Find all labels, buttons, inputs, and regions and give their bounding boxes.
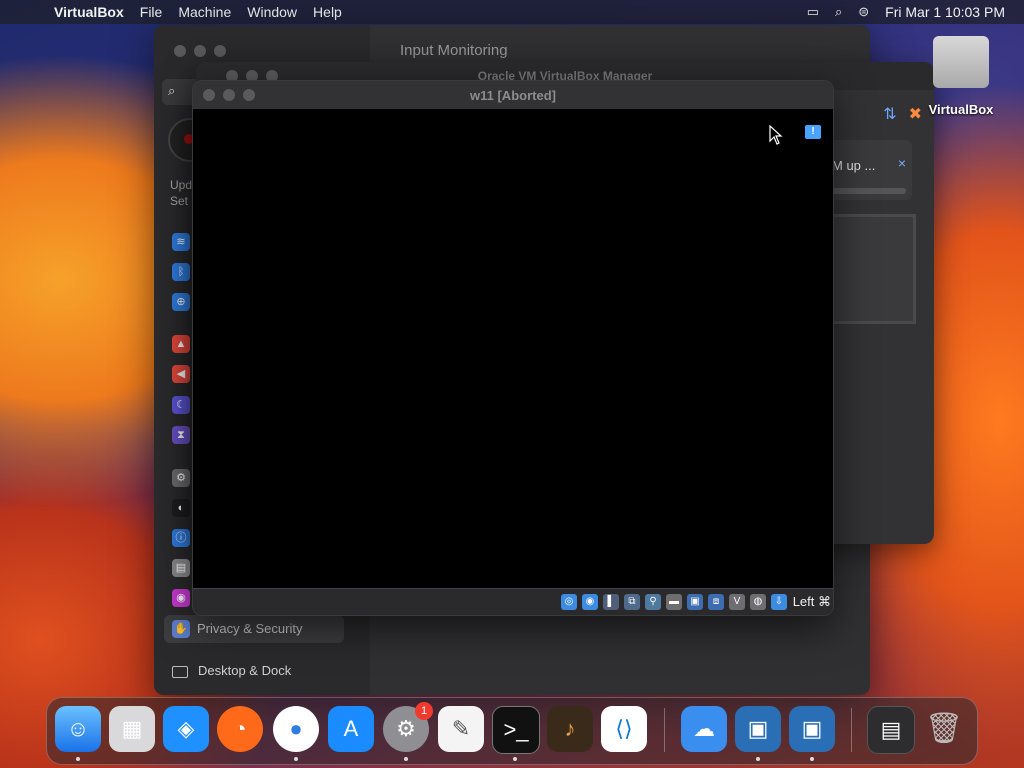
menu-window[interactable]: Window (247, 4, 297, 20)
dock-running-indicator (756, 757, 760, 761)
details-panel (828, 214, 916, 324)
siri-icon[interactable]: ◉ (172, 589, 190, 607)
virtualbox-icon[interactable]: ▣ (735, 706, 781, 752)
display-icon[interactable]: ▣ (687, 594, 703, 610)
sort-icon[interactable]: ⇅ (883, 104, 896, 124)
page-title: Input Monitoring (400, 42, 508, 59)
drive-icon (933, 36, 989, 88)
sidebar-item-privacy-security[interactable]: ✋ Privacy & Security (164, 615, 344, 643)
menu-machine[interactable]: Machine (178, 4, 231, 20)
garageband-icon[interactable]: ♪ (547, 706, 593, 752)
keyboard-capture-icon[interactable]: ⇩ (771, 594, 787, 610)
vm-title: w11 [Aborted] (470, 88, 556, 103)
dock-separator (664, 708, 665, 752)
network-adapter-icon[interactable]: ⧉ (624, 594, 640, 610)
finder-icon[interactable]: ☺ (55, 706, 101, 752)
control-center-icon[interactable]: ⊜ (858, 4, 869, 20)
dock-running-indicator (513, 757, 517, 761)
desktop-dock-icon (172, 665, 188, 678)
status-icons: ◎ ◉ ▌ ⧉ ⚲ ▬ ▣ ⧈ V ◍ ⇩ (561, 594, 787, 610)
menu-help[interactable]: Help (313, 4, 342, 20)
manager-toolbar: ⇅ ✖ (883, 104, 922, 124)
firefox-icon[interactable]: ◔ (217, 706, 263, 752)
wifi-icon[interactable]: ≋ (172, 233, 190, 251)
accessibility-icon[interactable]: ⓘ (172, 529, 190, 547)
dock-running-indicator (76, 757, 80, 761)
dock-separator (851, 708, 852, 752)
network-icon[interactable]: ⊕ (172, 293, 190, 311)
usb-icon[interactable]: ⚲ (645, 594, 661, 610)
downloads-stack-icon[interactable]: ▤ (867, 706, 915, 754)
sound-icon[interactable]: ◀ (172, 365, 190, 383)
menu-clock[interactable]: Fri Mar 1 10:03 PM (885, 4, 1005, 20)
dock-running-indicator (810, 757, 814, 761)
recording-icon[interactable]: ⧈ (708, 594, 724, 610)
safari-icon[interactable]: ◈ (163, 706, 209, 752)
desktop-drive[interactable]: VirtualBox (926, 36, 996, 117)
dock: ☺ ▦ ◈ ◔ ● A ⚙ 1 ✎ >_ ♪ ⟨⟩ ☁ ▣ ▣ ▤ 🗑 (46, 697, 978, 765)
info-message-icon[interactable]: ! (805, 125, 821, 139)
appearance-icon[interactable]: ◐ (172, 499, 190, 517)
settings-traffic-lights (174, 45, 226, 57)
optical-drive-icon[interactable]: ◉ (582, 594, 598, 610)
close-icon[interactable]: × (898, 155, 906, 171)
shared-folders-icon[interactable]: ▬ (666, 594, 682, 610)
dock-running-indicator (294, 757, 298, 761)
menu-file[interactable]: File (140, 4, 163, 20)
notifications-icon[interactable]: ▲ (172, 335, 190, 353)
status-area: ▭ ⌕ ⊜ Fri Mar 1 10:03 PM (807, 0, 1024, 24)
search-icon: ⌕ (168, 83, 176, 98)
close-button[interactable] (174, 45, 186, 57)
progress-bar (832, 188, 906, 194)
drive-label: VirtualBox (928, 102, 994, 117)
launchpad-icon[interactable]: ▦ (109, 706, 155, 752)
audio-icon[interactable]: ▌ (603, 594, 619, 610)
vm-window: w11 [Aborted] ! ◎ ◉ ▌ ⧉ ⚲ ▬ ▣ ⧈ V ◍ ⇩ Le… (192, 80, 834, 616)
notification-panel: M up ... × (828, 140, 912, 200)
cpu-icon[interactable]: V (729, 594, 745, 610)
textedit-icon[interactable]: ✎ (438, 706, 484, 752)
vm-status-bar: ◎ ◉ ▌ ⧉ ⚲ ▬ ▣ ⧈ V ◍ ⇩ Left ⌘ (193, 588, 833, 615)
sidebar-item-desktop-dock[interactable]: Desktop & Dock (172, 663, 291, 678)
vm-screen[interactable]: ! (193, 109, 833, 589)
menu-bar: VirtualBox File Machine Window Help ▭ ⌕ … (0, 0, 1024, 24)
chrome-icon[interactable]: ● (273, 706, 319, 752)
spotlight-search-icon[interactable]: ⌕ (835, 4, 842, 20)
hand-icon: ✋ (172, 620, 190, 638)
general-icon[interactable]: ⚙ (172, 469, 190, 487)
screen-mirroring-icon[interactable]: ▭ (807, 4, 819, 20)
mouse-integration-icon[interactable]: ◍ (750, 594, 766, 610)
minimize-button[interactable] (194, 45, 206, 57)
vscode-icon[interactable]: ⟨⟩ (601, 706, 647, 752)
virtualbox-vm-icon[interactable]: ▣ (789, 706, 835, 752)
zoom-button[interactable] (214, 45, 226, 57)
notification-badge: 1 (415, 702, 433, 720)
focus-icon[interactable]: ☾ (172, 396, 190, 414)
terminal-icon[interactable]: >_ (492, 706, 540, 754)
host-key-label: Left ⌘ (792, 594, 831, 609)
tools-icon[interactable]: ✖ (909, 104, 922, 124)
vm-titlebar[interactable]: w11 [Aborted] (193, 81, 833, 109)
app-menu[interactable]: VirtualBox (54, 4, 124, 20)
dock-running-indicator (404, 757, 408, 761)
hard-disk-icon[interactable]: ◎ (561, 594, 577, 610)
account-update-text: Upd Set (170, 178, 193, 208)
trash-icon[interactable]: 🗑 (921, 706, 967, 752)
system-settings-icon[interactable]: ⚙ 1 (383, 702, 433, 752)
bluetooth-icon[interactable]: ᛒ (172, 263, 190, 281)
app-store-icon[interactable]: A (328, 706, 374, 752)
notification-text: M up ... (832, 158, 876, 173)
control-center-settings-icon[interactable]: ▤ (172, 559, 190, 577)
weather-icon[interactable]: ☁ (681, 706, 727, 752)
screen-time-icon[interactable]: ⧗ (172, 426, 190, 444)
